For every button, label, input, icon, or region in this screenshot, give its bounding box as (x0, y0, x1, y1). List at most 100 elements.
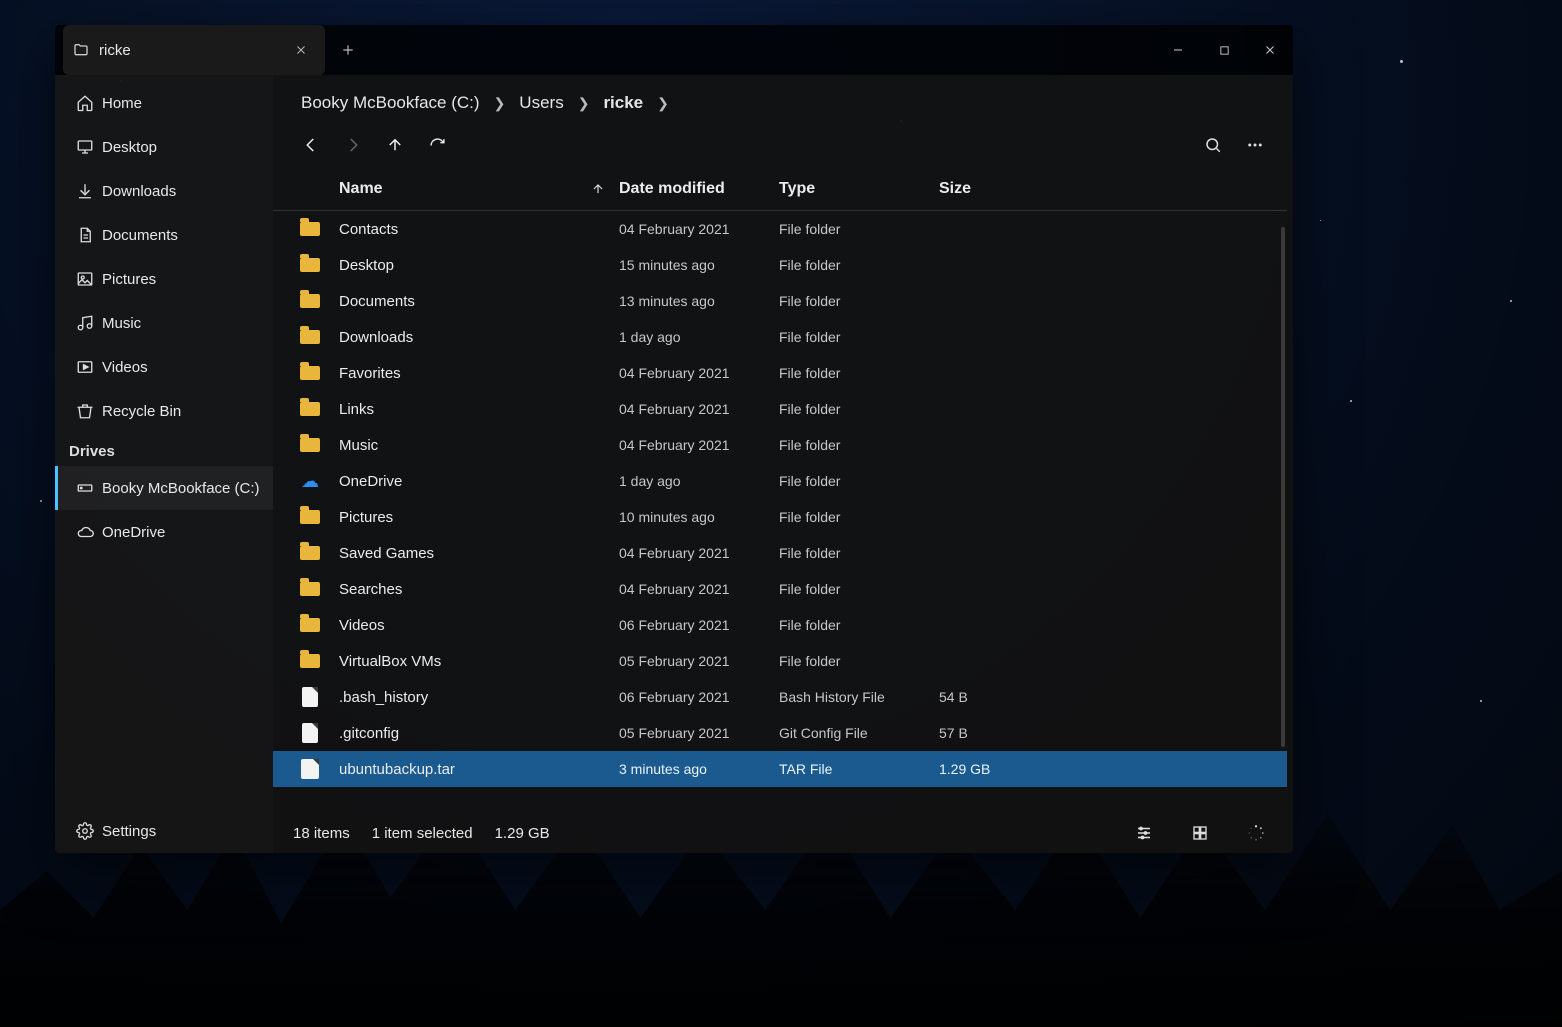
title-bar: ricke (55, 25, 1293, 75)
file-type: File folder (779, 581, 939, 597)
file-date: 04 February 2021 (619, 545, 779, 561)
file-name: Links (339, 401, 619, 418)
chevron-right-icon: ❯ (488, 95, 512, 112)
file-row[interactable]: Videos 06 February 2021 File folder (273, 607, 1287, 643)
file-name: Contacts (339, 221, 619, 238)
column-header-size[interactable]: Size (939, 180, 1287, 198)
sidebar-item-settings[interactable]: Settings (55, 809, 273, 853)
sidebar-item-label: Recycle Bin (102, 403, 181, 420)
file-list: Name Date modified Type Size Contacts 04… (273, 167, 1287, 813)
file-row[interactable]: Downloads 1 day ago File folder (273, 319, 1287, 355)
nav-forward-button[interactable] (335, 127, 371, 163)
window-tab[interactable]: ricke (63, 25, 325, 75)
nav-up-button[interactable] (377, 127, 413, 163)
drive-icon (76, 479, 102, 497)
file-row[interactable]: Searches 04 February 2021 File folder (273, 571, 1287, 607)
sidebar-item-downloads[interactable]: Downloads (55, 169, 273, 213)
sidebar-item-label: Downloads (102, 183, 176, 200)
chevron-right-icon: ❯ (651, 95, 675, 112)
file-row[interactable]: ☁ OneDrive 1 day ago File folder (273, 463, 1287, 499)
sidebar-item-pictures[interactable]: Pictures (55, 257, 273, 301)
file-type: File folder (779, 653, 939, 669)
home-icon (76, 94, 102, 112)
window-minimize-button[interactable] (1155, 25, 1201, 75)
sidebar-item-music[interactable]: Music (55, 301, 273, 345)
file-date: 04 February 2021 (619, 401, 779, 417)
folder-icon (299, 506, 321, 528)
file-type: File folder (779, 617, 939, 633)
file-row[interactable]: Favorites 04 February 2021 File folder (273, 355, 1287, 391)
breadcrumb-segment[interactable]: Booky McBookface (C:) (297, 91, 484, 115)
file-date: 06 February 2021 (619, 617, 779, 633)
breadcrumb: Booky McBookface (C:)❯Users❯ricke❯ (273, 75, 1293, 123)
file-row[interactable]: Pictures 10 minutes ago File folder (273, 499, 1287, 535)
file-type: File folder (779, 257, 939, 273)
sidebar-item-label: OneDrive (102, 524, 165, 541)
file-row[interactable]: .gitconfig 05 February 2021 Git Config F… (273, 715, 1287, 751)
file-row[interactable]: ubuntubackup.tar 3 minutes ago TAR File … (273, 751, 1287, 787)
nav-back-button[interactable] (293, 127, 329, 163)
window-close-button[interactable] (1247, 25, 1293, 75)
desktop-icon (76, 138, 102, 156)
file-icon (299, 686, 321, 708)
column-header-date[interactable]: Date modified (619, 180, 779, 198)
breadcrumb-segment[interactable]: Users (515, 91, 567, 115)
sidebar-item-recycle-bin[interactable]: Recycle Bin (55, 389, 273, 433)
column-header-type[interactable]: Type (779, 180, 939, 198)
search-button[interactable] (1195, 127, 1231, 163)
sidebar-item-label: Desktop (102, 139, 157, 156)
file-name: OneDrive (339, 473, 619, 490)
file-type: File folder (779, 509, 939, 525)
file-size: 57 B (939, 725, 1287, 741)
view-options-button[interactable] (1127, 818, 1161, 848)
layout-grid-button[interactable] (1183, 818, 1217, 848)
sidebar-item-videos[interactable]: Videos (55, 345, 273, 389)
file-row[interactable]: Documents 13 minutes ago File folder (273, 283, 1287, 319)
file-row[interactable]: VirtualBox VMs 05 February 2021 File fol… (273, 643, 1287, 679)
tab-title: ricke (99, 42, 287, 59)
sidebar: Home Desktop Downloads Documents Picture… (55, 75, 273, 853)
sidebar-item-documents[interactable]: Documents (55, 213, 273, 257)
folder-icon (299, 254, 321, 276)
file-name: Pictures (339, 509, 619, 526)
file-type: TAR File (779, 761, 939, 777)
file-row[interactable]: Contacts 04 February 2021 File folder (273, 211, 1287, 247)
nav-refresh-button[interactable] (419, 127, 455, 163)
folder-icon (299, 362, 321, 384)
window-maximize-button[interactable] (1201, 25, 1247, 75)
file-type: File folder (779, 293, 939, 309)
scrollbar[interactable] (1281, 227, 1285, 747)
file-name: .gitconfig (339, 725, 619, 742)
new-tab-button[interactable] (325, 25, 371, 75)
sidebar-drive-onedrive[interactable]: OneDrive (55, 510, 273, 554)
file-date: 15 minutes ago (619, 257, 779, 273)
file-row[interactable]: Desktop 15 minutes ago File folder (273, 247, 1287, 283)
column-header-name[interactable]: Name (339, 180, 619, 198)
file-type: Git Config File (779, 725, 939, 741)
sidebar-item-label: Videos (102, 359, 148, 376)
file-row[interactable]: Music 04 February 2021 File folder (273, 427, 1287, 463)
document-icon (76, 226, 102, 244)
download-icon (76, 182, 102, 200)
file-row[interactable]: Saved Games 04 February 2021 File folder (273, 535, 1287, 571)
sidebar-item-desktop[interactable]: Desktop (55, 125, 273, 169)
file-name: Videos (339, 617, 619, 634)
folder-icon (299, 290, 321, 312)
file-row[interactable]: Links 04 February 2021 File folder (273, 391, 1287, 427)
file-date: 10 minutes ago (619, 509, 779, 525)
chevron-right-icon: ❯ (572, 95, 596, 112)
file-explorer-window: ricke Home Desktop Downloads Documents (55, 25, 1293, 853)
file-rows[interactable]: Contacts 04 February 2021 File folder De… (273, 211, 1287, 813)
more-options-button[interactable] (1237, 127, 1273, 163)
breadcrumb-segment[interactable]: ricke (599, 91, 647, 115)
file-name: ubuntubackup.tar (339, 761, 619, 778)
sidebar-drive-booky-mcbookface-c-[interactable]: Booky McBookface (C:) (55, 466, 273, 510)
activity-spinner-icon (1239, 818, 1273, 848)
sidebar-item-home[interactable]: Home (55, 81, 273, 125)
status-bar: 18 items 1 item selected 1.29 GB (273, 813, 1293, 853)
cloud-icon: ☁ (299, 470, 321, 492)
file-date: 06 February 2021 (619, 689, 779, 705)
file-icon (299, 722, 321, 744)
file-row[interactable]: .bash_history 06 February 2021 Bash Hist… (273, 679, 1287, 715)
tab-close-button[interactable] (287, 36, 315, 64)
